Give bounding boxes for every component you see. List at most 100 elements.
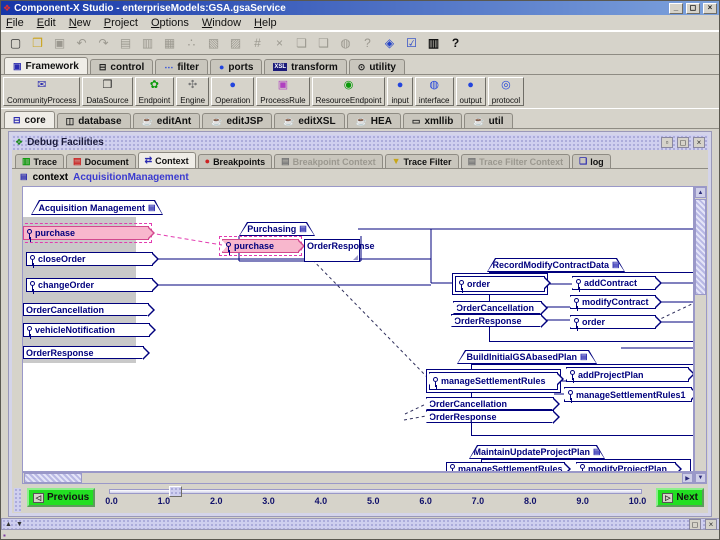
tab-editxsl[interactable]: ☕ editXSL: [274, 113, 345, 128]
scroll-up-icon[interactable]: ▲: [695, 187, 706, 198]
build-orderresponse-box[interactable]: OrderResponse: [426, 410, 560, 424]
record-modifycontract-box[interactable]: modifyContract: [570, 295, 662, 309]
scroll-down-icon[interactable]: ▼: [695, 473, 706, 483]
save-icon[interactable]: ▣: [51, 34, 68, 52]
tab-utility[interactable]: ⊙ utility: [348, 59, 405, 74]
palette-output[interactable]: ● output: [455, 77, 486, 106]
minimize-button[interactable]: _: [669, 2, 683, 14]
tab-editant[interactable]: ☕ editAnt: [132, 113, 201, 128]
strip-restore-icon[interactable]: ◻: [689, 518, 701, 530]
acquisition-changeorder-box[interactable]: changeOrder: [26, 278, 159, 292]
frame-maximize-icon[interactable]: ◻: [677, 137, 689, 148]
redo-icon[interactable]: ↷: [95, 34, 112, 52]
stamp-icon[interactable]: #: [249, 34, 266, 52]
previous-button[interactable]: ◁ Previous: [27, 488, 96, 507]
record-addcontract-box[interactable]: addContract: [572, 276, 662, 290]
tab-transform[interactable]: XSL transform: [264, 59, 347, 74]
palette-endpoint[interactable]: ✿ Endpoint: [134, 77, 175, 106]
menu-window[interactable]: Window: [202, 17, 241, 29]
wizard-icon[interactable]: ◈: [381, 34, 398, 52]
acquisition-purchase-box[interactable]: purchase: [23, 223, 155, 243]
tab-core[interactable]: ⊟ core: [4, 111, 55, 128]
copy-icon[interactable]: ❏: [293, 34, 310, 52]
minimized-frame-titlebar[interactable]: ▲ ▼ ◻ ×: [1, 518, 719, 530]
vertical-scrollbar[interactable]: ▲: [694, 186, 707, 472]
build-managesettlementrules-box[interactable]: manageSettlementRules: [429, 372, 564, 390]
palette-datasource[interactable]: ❒ DataSource: [82, 77, 133, 106]
tab-context[interactable]: ⇄ Context: [137, 152, 196, 168]
purchasing-group-header[interactable]: Purchasing ▤: [239, 222, 315, 236]
record-order2-box[interactable]: order: [570, 315, 662, 329]
maintain-group-header[interactable]: MaintainUpdateProjectPlan ▤: [469, 445, 605, 459]
build-managesettlementrules1-box[interactable]: manageSettlementRules1: [564, 387, 693, 402]
add-frame-icon[interactable]: ▧: [205, 34, 222, 52]
menu-new[interactable]: New: [69, 17, 91, 29]
acquisition-orderresponse-box[interactable]: OrderResponse: [23, 346, 150, 360]
paste-icon[interactable]: ❑: [315, 34, 332, 52]
palette-processrule[interactable]: ▣ ProcessRule: [256, 77, 310, 106]
acquisition-vehiclenotification-box[interactable]: vehicleNotification: [23, 323, 156, 337]
acquisition-closeorder-box[interactable]: closeOrder: [26, 252, 159, 266]
remove-component-icon[interactable]: ▦: [161, 34, 178, 52]
palette-operation[interactable]: ● Operation: [211, 77, 255, 106]
close-button[interactable]: ×: [703, 2, 717, 14]
tab-filter[interactable]: ⋯ filter: [155, 59, 208, 74]
tab-breakpoints[interactable]: ● Breakpoints: [197, 154, 273, 168]
menu-file[interactable]: File: [6, 17, 24, 29]
diagram-canvas[interactable]: Acquisition Management ▤ purchase closeOr…: [22, 186, 694, 472]
new-file-icon[interactable]: ▢: [7, 34, 24, 52]
menu-options[interactable]: Options: [151, 17, 189, 29]
acquisition-group-header[interactable]: Acquisition Management ▤: [31, 200, 163, 215]
debug-frame-titlebar[interactable]: ❖ Debug Facilities ▫ ◻ ×: [12, 135, 708, 150]
open-file-icon[interactable]: ❒: [29, 34, 46, 52]
tab-control[interactable]: ⊟ control: [89, 59, 154, 74]
record-ordercancellation-box[interactable]: OrderCancellation: [453, 301, 548, 315]
restore-button[interactable]: ◻: [686, 2, 700, 14]
record-order-box[interactable]: order: [455, 276, 551, 292]
tab-framework[interactable]: ▣ Framework: [4, 57, 88, 74]
time-slider[interactable]: 0.0 1.0 2.0 3.0 4.0 5.0 6.0 7.0 8.0 9.0 …: [101, 486, 650, 506]
horizontal-scrollbar-thumb[interactable]: [24, 473, 82, 483]
build-group-header[interactable]: BuildInitialGSAbasedPlan ▤: [457, 350, 597, 364]
palette-engine[interactable]: ✣ Engine: [176, 77, 210, 106]
tab-util[interactable]: ☕ util: [464, 113, 513, 128]
add-view-icon[interactable]: ▨: [227, 34, 244, 52]
palette-input[interactable]: ● input: [387, 77, 413, 106]
palette-communityprocess[interactable]: ✉ CommunityProcess: [3, 77, 81, 106]
palette-resourceendpoint[interactable]: ◉ ResourceEndpoint: [311, 77, 386, 106]
tab-ports[interactable]: ● ports: [209, 59, 263, 74]
tab-editjsp[interactable]: ☕ editJSP: [202, 113, 273, 128]
delete-icon[interactable]: ×: [271, 34, 288, 52]
maintain-managesettlementrules-box[interactable]: manageSettlementRules: [446, 462, 571, 471]
undo-icon[interactable]: ↶: [73, 34, 90, 52]
frame-minimize-icon[interactable]: ▫: [661, 137, 673, 148]
acquisition-ordercancellation-box[interactable]: OrderCancellation: [23, 303, 155, 317]
edit-component-icon[interactable]: ▥: [139, 34, 156, 52]
tab-document[interactable]: ▤ Document: [66, 154, 136, 168]
context-help-icon[interactable]: ?: [359, 34, 376, 52]
tab-log[interactable]: ❏ log: [572, 154, 611, 168]
window-titlebar[interactable]: ❖ Component-X Studio - enterpriseModels:…: [1, 1, 719, 15]
frame-close-icon[interactable]: ×: [693, 137, 705, 148]
palette-interface[interactable]: ◍ interface: [414, 77, 454, 106]
vertical-scrollbar-thumb[interactable]: [695, 199, 706, 295]
horizontal-scrollbar[interactable]: ▶: [22, 472, 694, 484]
palette-protocol[interactable]: ◎ protocol: [487, 77, 525, 106]
console-icon[interactable]: ▥: [425, 34, 442, 52]
maintain-modifyprojectplan-box[interactable]: modifyProjectPlan: [576, 462, 682, 471]
build-ordercancellation-box[interactable]: OrderCancellation: [426, 397, 560, 411]
globe-icon[interactable]: ◍: [337, 34, 354, 52]
scrollbar-corner[interactable]: ▼: [694, 472, 707, 484]
build-addprojectplan-box[interactable]: addProjectPlan: [566, 367, 693, 382]
scroll-right-icon[interactable]: ▶: [682, 473, 693, 483]
tab-trace[interactable]: ▥ Trace: [15, 154, 65, 168]
menu-edit[interactable]: Edit: [37, 17, 56, 29]
strip-close-icon[interactable]: ×: [705, 518, 717, 530]
slider-track[interactable]: [109, 486, 643, 497]
next-button[interactable]: ▷ Next: [656, 488, 704, 507]
purchasing-purchase-box[interactable]: purchase: [219, 236, 305, 256]
add-port-icon[interactable]: ∴: [183, 34, 200, 52]
tab-trace-filter[interactable]: ▼ Trace Filter: [384, 154, 459, 168]
menu-project[interactable]: Project: [104, 17, 138, 29]
tab-database[interactable]: ◫ database: [56, 113, 131, 128]
